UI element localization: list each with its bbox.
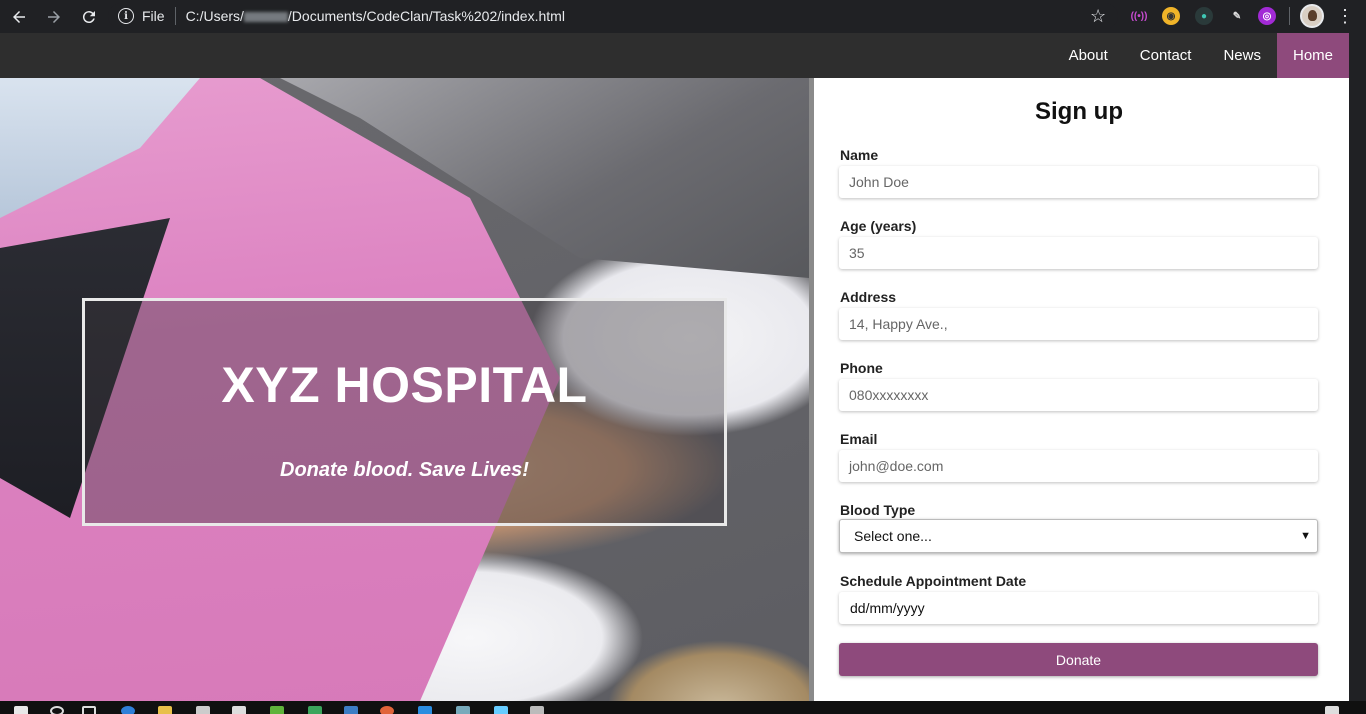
email-field[interactable]: john@doe.com (839, 450, 1318, 482)
search-icon[interactable] (50, 706, 64, 714)
phone-field[interactable]: 080xxxxxxxx (839, 379, 1318, 411)
top-navbar: About Contact News Home (0, 33, 1349, 78)
app-icon[interactable] (494, 706, 508, 714)
blood-type-value: Select one... (854, 528, 932, 544)
app-icon[interactable] (456, 706, 470, 714)
form-title: Sign up (1035, 98, 1123, 125)
site-info-icon[interactable]: i (118, 8, 134, 24)
browser-menu-icon[interactable]: ⋮ (1336, 4, 1354, 28)
os-taskbar (0, 701, 1366, 714)
reload-icon[interactable] (73, 2, 105, 32)
url-text: C:/Users//Documents/CodeClan/Task%202/in… (185, 8, 565, 24)
name-field[interactable]: John Doe (839, 166, 1318, 198)
app-icon[interactable] (232, 706, 246, 714)
name-label: Name (840, 147, 879, 163)
store-icon[interactable] (196, 706, 210, 714)
extension-circle-icon[interactable]: ◎ (1258, 7, 1276, 25)
donate-button[interactable]: Donate (839, 643, 1318, 676)
age-field[interactable]: 35 (839, 237, 1318, 269)
chrome-icon[interactable] (380, 706, 394, 714)
page-viewport: About Contact News Home XYZ HOSPITAL Don… (0, 33, 1349, 701)
forward-icon[interactable] (38, 2, 70, 32)
toolbar-divider (1289, 7, 1290, 25)
date-label: Schedule Appointment Date (840, 573, 1027, 589)
hero-image: XYZ HOSPITAL Donate blood. Save Lives! (0, 78, 809, 701)
hero-subtitle: Donate blood. Save Lives! (280, 459, 529, 481)
app-icon[interactable] (308, 706, 322, 714)
notification-icon[interactable] (1325, 706, 1339, 714)
nav-home-link[interactable]: Home (1276, 33, 1349, 78)
nav-news-link[interactable]: News (1207, 33, 1277, 78)
address-field[interactable]: 14, Happy Ave., (839, 308, 1318, 340)
phone-label: Phone (840, 360, 883, 376)
vscode-icon[interactable] (418, 706, 432, 714)
app-icon[interactable] (344, 706, 358, 714)
task-view-icon[interactable] (82, 706, 96, 714)
page-scrollbar[interactable] (1349, 33, 1366, 701)
app-icon[interactable] (530, 706, 544, 714)
app-icon[interactable] (270, 706, 284, 714)
omnibox-separator (174, 7, 176, 25)
windows-start-icon[interactable] (14, 706, 28, 714)
profile-avatar[interactable] (1300, 4, 1324, 28)
bookmark-star-icon[interactable]: ☆ (1090, 6, 1106, 27)
hero-title: XYZ HOSPITAL (221, 357, 588, 413)
nav-about-link[interactable]: About (1053, 33, 1124, 78)
extension-owl-icon[interactable]: ◉ (1162, 7, 1180, 25)
address-bar[interactable]: i File C:/Users//Documents/CodeClan/Task… (108, 3, 1118, 29)
nav-contact-link[interactable]: Contact (1124, 33, 1208, 78)
signup-form: Sign up Name John Doe Age (years) 35 Add… (814, 78, 1349, 701)
extension-broadcast-icon[interactable]: ((•)) (1130, 7, 1148, 25)
scheme-label: File (142, 8, 165, 24)
email-label: Email (840, 431, 878, 447)
address-label: Address (840, 289, 897, 305)
age-label: Age (years) (840, 218, 917, 234)
extension-palette-icon[interactable]: ● (1195, 7, 1213, 25)
extension-pen-icon[interactable]: ✎ (1228, 7, 1246, 25)
back-icon[interactable] (3, 2, 35, 32)
edge-browser-icon[interactable] (121, 706, 135, 714)
file-explorer-icon[interactable] (158, 706, 172, 714)
blood-type-label: Blood Type (840, 502, 916, 518)
redacted-username (243, 12, 288, 23)
blood-type-select[interactable]: Select one... ▼ (839, 519, 1318, 553)
chevron-down-icon: ▼ (1300, 530, 1311, 542)
appointment-date-field[interactable]: dd/mm/yyyy (839, 592, 1318, 624)
